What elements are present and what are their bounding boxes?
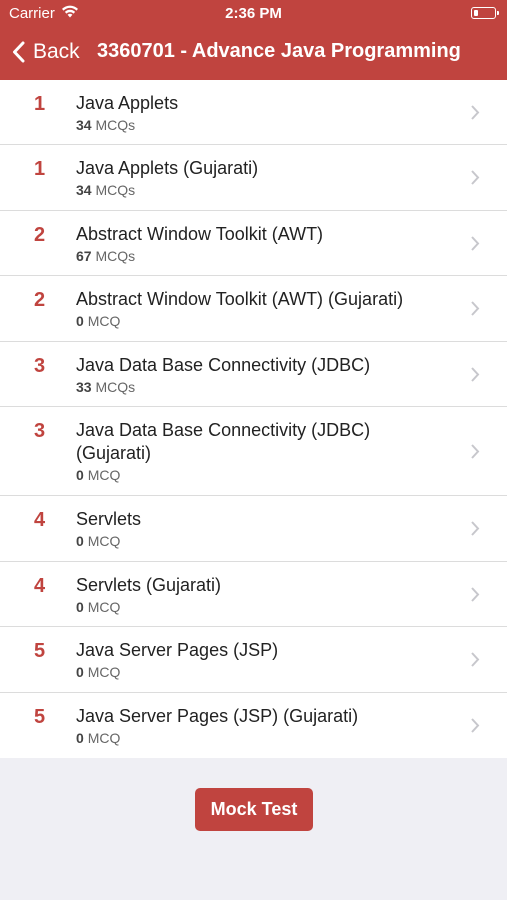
mcq-count: 34 MCQs (76, 117, 136, 133)
chapter-number: 5 (34, 706, 46, 728)
chapter-title: Java Applets (76, 93, 179, 113)
back-label: Back (33, 40, 80, 63)
mcq-count: 0 MCQ (76, 664, 121, 680)
mcq-count: 33 MCQs (76, 379, 136, 395)
list-item[interactable]: 5 Java Server Pages (JSP) 0 MCQ (0, 627, 507, 693)
chapter-number: 3 (34, 420, 46, 442)
chapter-title: Abstract Window Toolkit (AWT) (Gujarati) (76, 289, 404, 309)
chapter-number: 1 (34, 158, 46, 180)
mcq-count: 0 MCQ (76, 467, 121, 483)
mcq-count: 0 MCQ (76, 533, 121, 549)
chapter-list: 1 Java Applets 34 MCQs 1 Java Applets (G… (0, 80, 507, 758)
chevron-right-icon (471, 521, 480, 536)
mcq-count: 34 MCQs (76, 182, 136, 198)
list-item[interactable]: 5 Java Server Pages (JSP) (Gujarati) 0 M… (0, 693, 507, 758)
status-time: 2:36 PM (225, 5, 282, 22)
chapter-title: Java Server Pages (JSP) (76, 640, 279, 660)
chapter-title: Java Applets (Gujarati) (76, 158, 259, 178)
chapter-title: Java Server Pages (JSP) (Gujarati) (76, 706, 359, 726)
battery-icon (471, 7, 499, 19)
chapter-title: Java Data Base Connectivity (JDBC) (76, 355, 371, 375)
mock-test-button[interactable]: Mock Test (195, 788, 313, 831)
chapter-number: 3 (34, 355, 46, 377)
list-item[interactable]: 4 Servlets 0 MCQ (0, 496, 507, 562)
chevron-left-icon (13, 41, 25, 63)
back-button[interactable]: Back (12, 36, 80, 68)
list-item[interactable]: 1 Java Applets 34 MCQs (0, 80, 507, 145)
mcq-count: 0 MCQ (76, 730, 121, 746)
list-item[interactable]: 3 Java Data Base Connectivity (JDBC) (Gu… (0, 407, 507, 496)
chapter-number: 4 (34, 509, 46, 531)
chapter-title: Java Data Base Connectivity (JDBC) (Guja… (76, 420, 371, 463)
list-item[interactable]: 2 Abstract Window Toolkit (AWT) 67 MCQs (0, 211, 507, 276)
chevron-right-icon (471, 367, 480, 382)
chapter-number: 2 (34, 289, 46, 311)
chapter-title: Servlets (76, 509, 142, 529)
list-item[interactable]: 3 Java Data Base Connectivity (JDBC) 33 … (0, 342, 507, 407)
chapter-title: Servlets (Gujarati) (76, 575, 222, 595)
list-item[interactable]: 2 Abstract Window Toolkit (AWT) (Gujarat… (0, 276, 507, 342)
page-title: 3360701 - Advance Java Programming (97, 40, 461, 62)
status-bar: Carrier 2:36 PM (0, 0, 507, 28)
mcq-count: 0 MCQ (76, 599, 121, 615)
chapter-title: Abstract Window Toolkit (AWT) (76, 224, 324, 244)
chevron-right-icon (471, 236, 480, 251)
chevron-right-icon (471, 652, 480, 667)
chapter-number: 1 (34, 93, 46, 115)
list-item[interactable]: 4 Servlets (Gujarati) 0 MCQ (0, 562, 507, 627)
mcq-count: 0 MCQ (76, 313, 121, 329)
chapter-number: 2 (34, 224, 46, 246)
chevron-right-icon (471, 105, 480, 120)
chevron-right-icon (471, 444, 480, 459)
chapter-number: 5 (34, 640, 46, 662)
chevron-right-icon (471, 587, 480, 602)
chapter-number: 4 (34, 575, 46, 597)
chevron-right-icon (471, 170, 480, 185)
list-item[interactable]: 1 Java Applets (Gujarati) 34 MCQs (0, 145, 507, 211)
chevron-right-icon (471, 301, 480, 316)
chevron-right-icon (471, 718, 480, 733)
app-header: Carrier 2:36 PM Back 3360701 - Advance J… (0, 0, 507, 80)
mcq-count: 67 MCQs (76, 248, 136, 264)
